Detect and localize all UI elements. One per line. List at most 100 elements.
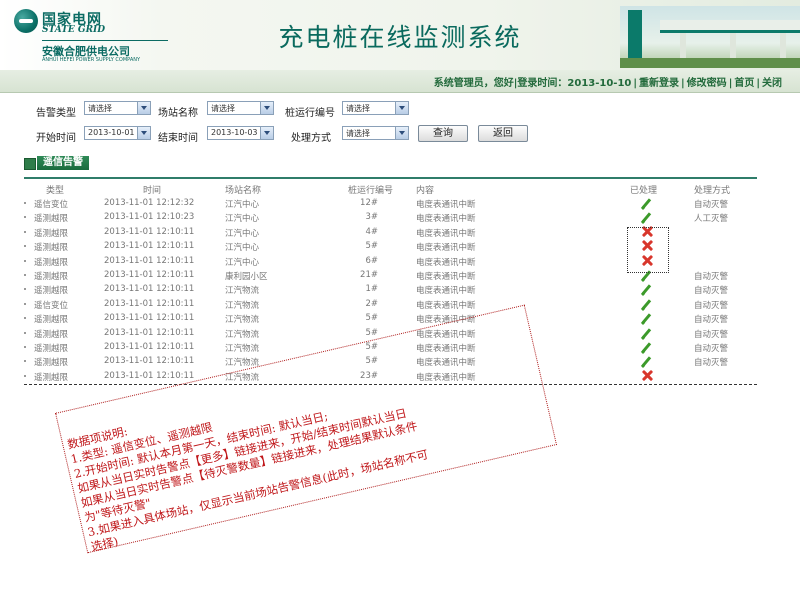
- chevron-down-icon: [260, 127, 273, 139]
- cell-method: 人工灭警: [694, 214, 729, 225]
- cell-content: 电度表通讯中断: [416, 286, 476, 297]
- header: 国家电网 STATE GRID 安徽合肥供电公司 ANHUI HEFEI POW…: [0, 0, 800, 70]
- col-header-pile: 桩运行编号: [348, 186, 394, 196]
- logo-company-en-text: ANHUI HEFEI POWER SUPPLY COMPANY: [42, 57, 141, 63]
- row-bullet: [24, 216, 26, 219]
- station-select-value: 请选择: [211, 104, 235, 113]
- cell-type: 遥测越限: [34, 329, 69, 340]
- cell-type: 遥测越限: [34, 286, 69, 297]
- cell-station: 康利园小区: [225, 272, 268, 282]
- table-row: 遥信变位 2013-11-01 12:12:32 江汽中心 12# 电度表通讯中断 自动灭…: [24, 196, 758, 211]
- start-time-value: 2013-10-01: [88, 128, 135, 137]
- cell-time: 2013-11-01 12:10:11: [104, 327, 195, 338]
- row-bullet: [24, 346, 26, 348]
- cell-type: 遥测越限: [34, 358, 69, 369]
- cell-pile: 3#: [365, 212, 378, 223]
- query-button[interactable]: 查询: [418, 125, 468, 142]
- row-bullet: [24, 202, 26, 204]
- col-header-station: 场站名称: [225, 186, 262, 196]
- row-bullet: [24, 259, 26, 262]
- table-row: 遥测越限 2013-11-01 12:10:11 江汽物流 1# 电度表通讯中断 自动灭警: [24, 282, 758, 297]
- row-bullet: [24, 274, 26, 276]
- cell-type: 遥测越限: [34, 243, 69, 254]
- cell-time: 2013-11-01 12:10:11: [104, 370, 195, 381]
- home-link[interactable]: 首页: [734, 78, 754, 89]
- pile-number-label: 桩运行编号: [285, 108, 335, 119]
- cell-method: 自动灭警: [694, 329, 729, 340]
- cell-pile: 4#: [365, 226, 378, 237]
- unhandled-highlight-box: [627, 227, 669, 273]
- cell-type: 遥信变位: [34, 200, 69, 210]
- cell-pile: 21#: [360, 270, 378, 280]
- cell-time: 2013-11-01 12:10:11: [104, 270, 195, 280]
- station-select[interactable]: 请选择: [207, 101, 274, 115]
- cell-station: 江汽中心: [225, 214, 260, 225]
- cell-station: 江汽物流: [225, 344, 260, 354]
- row-bullet: [24, 302, 26, 305]
- cell-type: 遥测越限: [34, 257, 69, 268]
- change-password-link[interactable]: 修改密码: [687, 78, 727, 89]
- row-bullet: [24, 360, 26, 363]
- checkmark-icon: [642, 312, 653, 323]
- cell-content: 电度表通讯中断: [416, 228, 476, 239]
- pile-number-select-value: 请选择: [346, 104, 370, 113]
- start-time-select[interactable]: 2013-10-01: [84, 126, 151, 140]
- station-label: 场站名称: [158, 108, 198, 119]
- cell-method: 自动灭警: [694, 300, 729, 311]
- process-method-label: 处理方式: [291, 133, 331, 144]
- cell-method: 自动灭警: [694, 344, 729, 354]
- cell-pile: 12#: [360, 198, 378, 208]
- cell-time: 2013-11-01 12:10:11: [104, 226, 195, 237]
- col-header-content: 内容: [416, 186, 435, 196]
- alarm-type-select[interactable]: 请选择: [84, 101, 151, 115]
- cell-pile: 5#: [365, 327, 378, 338]
- checkmark-icon: [642, 211, 653, 222]
- cell-content: 电度表通讯中断: [416, 200, 476, 210]
- checkmark-icon: [642, 298, 653, 309]
- col-header-method: 处理方式: [694, 186, 731, 196]
- checkmark-icon: [642, 341, 653, 352]
- chevron-down-icon: [137, 102, 150, 114]
- table-row: 遥信变位 2013-11-01 12:10:11 江汽物流 2# 电度表通讯中断 自动灭警: [24, 297, 758, 312]
- col-header-handled: 已处理: [630, 186, 658, 196]
- relogin-link[interactable]: 重新登录: [639, 78, 679, 89]
- cell-station: 江汽中心: [225, 200, 260, 210]
- pile-number-select[interactable]: 请选择: [342, 101, 409, 115]
- checkmark-icon: [642, 355, 653, 366]
- cell-time: 2013-11-01 12:10:11: [104, 356, 195, 367]
- row-bullet: [24, 317, 26, 320]
- table-row: 遥测越限 2013-11-01 12:10:23 江汽中心 3# 电度表通讯中断 人工灭警: [24, 210, 758, 225]
- process-method-value: 请选择: [346, 129, 370, 138]
- checkmark-icon: [642, 327, 653, 338]
- cell-type: 遥测越限: [34, 214, 69, 225]
- cell-station: 江汽物流: [225, 286, 260, 297]
- row-bullet: [24, 288, 26, 291]
- chevron-down-icon: [137, 127, 150, 139]
- cell-method: 自动灭警: [694, 315, 729, 326]
- cell-content: 电度表通讯中断: [416, 243, 476, 254]
- chevron-down-icon: [260, 102, 273, 114]
- close-link[interactable]: 关闭: [762, 78, 782, 89]
- process-method-select[interactable]: 请选择: [342, 126, 409, 140]
- charging-station-banner-image: [620, 6, 800, 68]
- user-login-info: 系统管理员，您好|登录时间：2013-10-10: [433, 78, 632, 89]
- cell-station: 江汽物流: [225, 329, 260, 340]
- cell-time: 2013-11-01 12:12:32: [104, 198, 195, 208]
- back-button[interactable]: 返回: [478, 125, 528, 142]
- col-header-time: 时间: [143, 186, 162, 196]
- cell-pile: 1#: [365, 284, 378, 295]
- end-time-select[interactable]: 2013-10-03: [207, 126, 274, 140]
- cell-station: 江汽中心: [225, 257, 260, 268]
- cell-time: 2013-11-01 12:10:23: [104, 212, 195, 223]
- end-time-value: 2013-10-03: [211, 128, 258, 137]
- cell-pile: 5#: [365, 313, 378, 324]
- cell-station: 江汽物流: [225, 300, 260, 311]
- cell-content: 电度表通讯中断: [416, 272, 476, 282]
- chevron-down-icon: [395, 127, 408, 139]
- checkmark-icon: [642, 197, 653, 208]
- cell-type: 遥测越限: [34, 228, 69, 239]
- alarm-type-label: 告警类型: [36, 108, 76, 119]
- col-header-type: 类型: [46, 186, 65, 196]
- alarm-type-select-value: 请选择: [88, 104, 112, 113]
- top-nav-bar: 系统管理员，您好|登录时间：2013-10-10 | 重新登录 | 修改密码 | 首页 | 关闭: [0, 70, 800, 93]
